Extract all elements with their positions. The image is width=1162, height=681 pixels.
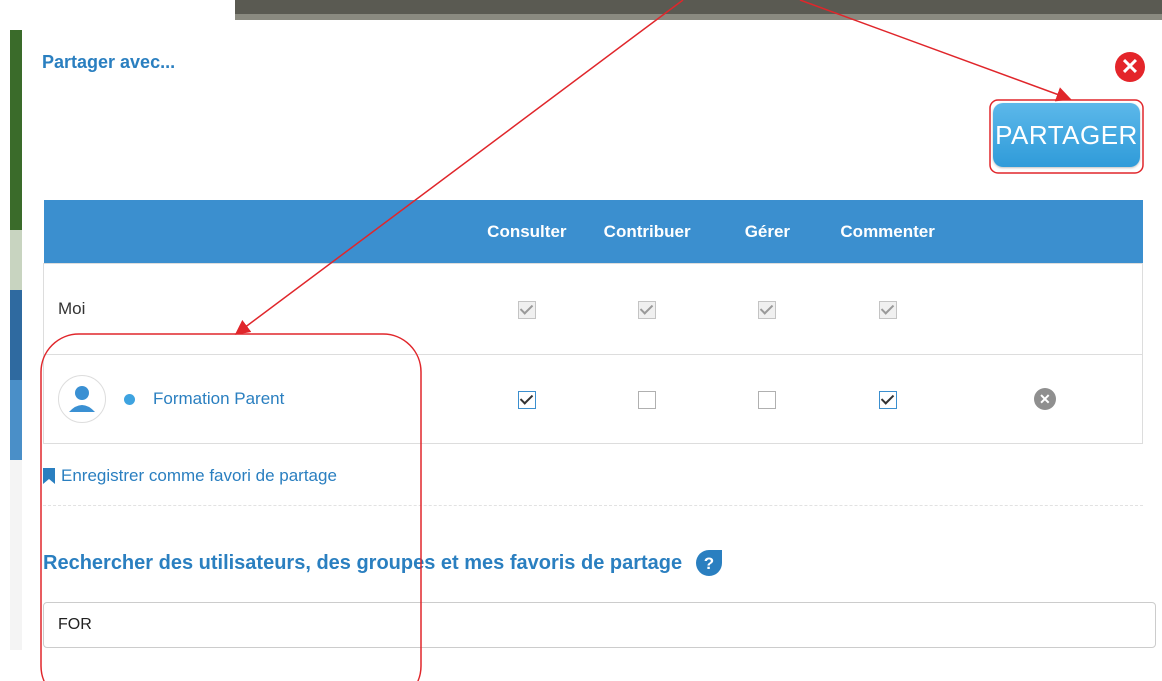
status-dot <box>124 393 135 405</box>
search-input[interactable] <box>43 602 1156 648</box>
commenter-checkbox[interactable] <box>878 390 897 409</box>
close-icon[interactable]: ✕ <box>1115 52 1145 82</box>
save-favorite-label: Enregistrer comme favori de partage <box>61 466 337 485</box>
column-header-remove <box>947 200 1143 264</box>
consulter-checkbox[interactable] <box>517 390 536 409</box>
save-favorite-link[interactable]: Enregistrer comme favori de partage <box>43 466 337 486</box>
dialog-title: Partager avec... <box>42 52 176 72</box>
gerer-checkbox <box>758 300 777 319</box>
user-name-link[interactable]: Formation Parent <box>153 389 284 409</box>
remove-share-icon[interactable]: ✕ <box>1033 388 1056 410</box>
table-header-row: Consulter Contribuer Gérer Commenter <box>43 200 1143 264</box>
column-header-consulter: Consulter <box>466 200 587 264</box>
column-header-contribuer: Contribuer <box>586 200 708 264</box>
background-page-strip <box>235 0 1162 20</box>
table-row: Formation Parent ✕ <box>43 354 1143 444</box>
commenter-checkbox <box>878 300 897 319</box>
column-header-gerer: Gérer <box>707 200 828 264</box>
background-page-edge <box>0 0 22 681</box>
table-row: Moi <box>43 263 1143 355</box>
bookmark-icon <box>43 468 55 484</box>
row-name: Moi <box>43 263 467 355</box>
svg-text:?: ? <box>704 554 714 573</box>
gerer-checkbox[interactable] <box>758 390 777 409</box>
search-title: Rechercher des utilisateurs, des groupes… <box>43 548 724 578</box>
column-header-name <box>43 200 467 264</box>
contribuer-checkbox[interactable] <box>638 390 657 409</box>
column-header-commenter: Commenter <box>827 200 948 264</box>
help-icon[interactable]: ? <box>694 548 724 578</box>
contribuer-checkbox <box>638 300 657 319</box>
rights-table: Consulter Contribuer Gérer Commenter Moi <box>43 200 1143 444</box>
share-button[interactable]: PARTAGER <box>993 103 1140 167</box>
divider <box>43 505 1143 506</box>
search-title-text: Rechercher des utilisateurs, des groupes… <box>43 551 683 574</box>
user-avatar-icon <box>58 375 106 423</box>
consulter-checkbox <box>517 300 536 319</box>
